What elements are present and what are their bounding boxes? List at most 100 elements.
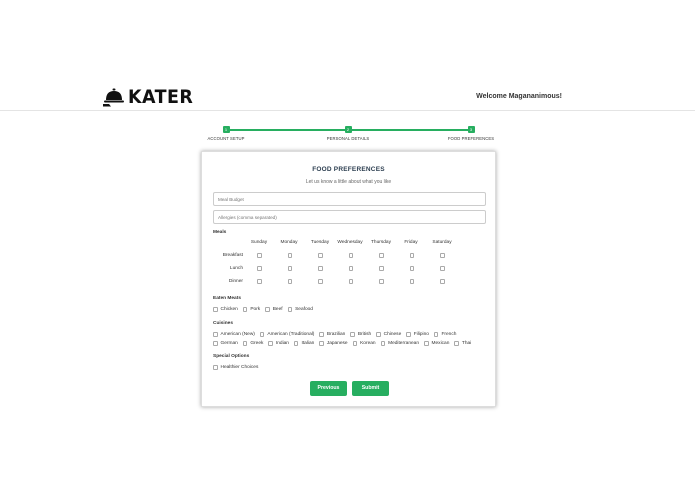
welcome-message: Welcome Magananimous! [476, 93, 562, 100]
checkbox-indian[interactable]: Indian [268, 341, 289, 346]
checkbox-filipino[interactable]: Filipino [406, 332, 429, 337]
meal-checkbox-dinner-saturday[interactable] [440, 279, 445, 284]
checkbox-box[interactable] [319, 341, 324, 346]
checkbox-box[interactable] [213, 365, 218, 370]
meal-checkbox-lunch-tuesday[interactable] [318, 266, 323, 271]
checkbox-german[interactable]: German [213, 341, 238, 346]
checkbox-box[interactable] [433, 332, 439, 337]
checkbox-box[interactable] [376, 332, 381, 337]
checkbox-american-new[interactable]: American (New) [213, 332, 255, 337]
checkbox-label: Filipino [413, 332, 429, 337]
checkbox-american-traditional[interactable]: American (Traditional) [259, 332, 314, 337]
checkbox-mediterranean[interactable]: Mediterranean [380, 341, 419, 346]
step-dot: 1 [222, 126, 230, 133]
checkbox-beef[interactable]: Beef [265, 307, 283, 312]
step-personal-details[interactable]: 2 PERSONAL DETAILS [313, 124, 383, 141]
checkbox-mexican[interactable]: Mexican [424, 341, 449, 346]
checkbox-box[interactable] [259, 332, 265, 337]
checkbox-box[interactable] [213, 307, 218, 312]
checkbox-box[interactable] [268, 341, 273, 346]
checkbox-box[interactable] [350, 332, 355, 337]
checkbox-brazilian[interactable]: Brazilian [319, 332, 345, 337]
meal-budget-input[interactable] [213, 192, 486, 206]
checkbox-label: Pork [250, 307, 261, 312]
meal-checkbox-breakfast-monday[interactable] [287, 253, 292, 258]
food-preferences-card: FOOD PREFERENCES Let us know a little ab… [201, 151, 496, 407]
meal-breakfast: Breakfast [222, 253, 243, 258]
checkbox-french[interactable]: French [433, 332, 457, 337]
checkbox-label: German [220, 341, 238, 346]
checkbox-korean[interactable]: Korean [352, 341, 376, 346]
eaten-meats-title: Eaten Meats [213, 296, 241, 301]
submit-button[interactable]: Submit [352, 381, 389, 396]
checkbox-label: Indian [275, 341, 289, 346]
allergies-input[interactable] [213, 210, 486, 224]
checkbox-chinese[interactable]: Chinese [376, 332, 401, 337]
day-monday: Monday [280, 240, 298, 245]
meal-checkbox-lunch-sunday[interactable] [257, 266, 262, 271]
checkbox-box[interactable] [319, 332, 324, 337]
checkbox-label: Japanese [326, 341, 348, 346]
checkbox-box[interactable] [454, 341, 459, 346]
meal-checkbox-breakfast-saturday[interactable] [440, 253, 445, 258]
step-account-setup[interactable]: 1 ACCOUNT SETUP [191, 124, 261, 141]
checkbox-box[interactable] [380, 341, 386, 346]
checkbox-seafood[interactable]: Seafood [287, 307, 313, 312]
day-sunday: Sunday [250, 240, 268, 245]
checkbox-box[interactable] [287, 307, 293, 312]
meal-checkbox-lunch-wednesday[interactable] [348, 266, 353, 271]
special-options: Healthier Choices [213, 365, 263, 370]
meal-checkbox-dinner-sunday[interactable] [257, 279, 262, 284]
meal-checkbox-dinner-friday[interactable] [409, 279, 414, 284]
checkbox-japanese[interactable]: Japanese [319, 341, 348, 346]
meal-checkbox-dinner-monday[interactable] [287, 279, 292, 284]
checkbox-healthier-choices[interactable]: Healthier Choices [213, 365, 258, 370]
meal-checkbox-lunch-monday[interactable] [287, 266, 292, 271]
checkbox-box[interactable] [265, 307, 270, 312]
checkbox-box[interactable] [242, 341, 248, 346]
checkbox-box[interactable] [424, 341, 429, 346]
checkbox-label: Greek [250, 341, 264, 346]
brand-name: KATER [128, 86, 194, 108]
checkbox-box[interactable] [213, 332, 218, 337]
meal-checkbox-dinner-thursday[interactable] [379, 279, 384, 284]
checkbox-thai[interactable]: Thai [454, 341, 471, 346]
cuisines-row-2: German Greek Indian Italian Japanese Kor… [213, 341, 476, 346]
step-food-preferences[interactable]: 3 FOOD PREFERENCES [436, 124, 506, 141]
checkbox-box[interactable] [352, 341, 358, 346]
meal-checkbox-dinner-tuesday[interactable] [318, 279, 323, 284]
step-label: ACCOUNT SETUP [207, 136, 245, 141]
checkbox-box[interactable] [213, 341, 218, 346]
meal-checkbox-dinner-wednesday[interactable] [348, 279, 353, 284]
meal-checkbox-breakfast-friday[interactable] [409, 253, 414, 258]
progress-stepper: 1 ACCOUNT SETUP 2 PERSONAL DETAILS 3 FOO… [200, 124, 496, 146]
checkbox-label: Beef [272, 307, 283, 312]
checkbox-box[interactable] [293, 341, 299, 346]
meal-checkbox-lunch-thursday[interactable] [379, 266, 384, 271]
cuisines-row-1: American (New) American (Traditional) Br… [213, 332, 461, 337]
meal-checkbox-breakfast-wednesday[interactable] [348, 253, 353, 258]
checkbox-label: Korean [360, 341, 376, 346]
checkbox-label: French [441, 332, 457, 337]
form-title: FOOD PREFERENCES [312, 166, 385, 173]
meal-checkbox-breakfast-sunday[interactable] [257, 253, 262, 258]
checkbox-box[interactable] [406, 332, 411, 337]
step-dot: 2 [344, 126, 352, 133]
previous-button[interactable]: Previous [310, 381, 347, 396]
meal-checkbox-breakfast-thursday[interactable] [379, 253, 384, 258]
top-header: KATER Welcome Magananimous! [0, 0, 695, 111]
checkbox-pork[interactable]: Pork [242, 307, 261, 312]
checkbox-greek[interactable]: Greek [242, 341, 264, 346]
meal-checkbox-breakfast-tuesday[interactable] [318, 253, 323, 258]
day-friday: Friday [404, 240, 418, 245]
checkbox-chicken[interactable]: Chicken [213, 307, 238, 312]
checkbox-british[interactable]: British [350, 332, 371, 337]
checkbox-box[interactable] [242, 307, 248, 312]
meal-checkbox-lunch-friday[interactable] [409, 266, 414, 271]
step-label: PERSONAL DETAILS [326, 136, 370, 141]
brand-logo[interactable]: KATER [103, 86, 199, 108]
form-subtitle: Let us know a little about what you like [305, 179, 392, 185]
meal-checkbox-lunch-saturday[interactable] [440, 266, 445, 271]
checkbox-italian[interactable]: Italian [293, 341, 314, 346]
day-saturday: Saturday [432, 240, 452, 245]
